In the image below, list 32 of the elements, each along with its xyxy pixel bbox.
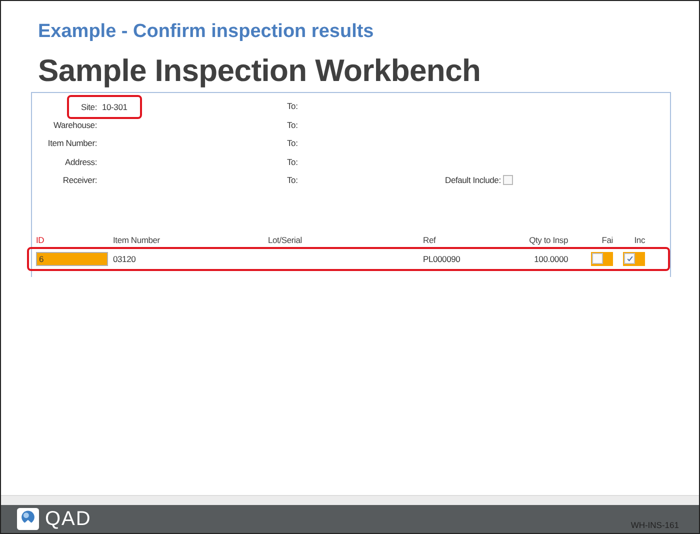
logo-text: QAD [45,508,92,530]
table-cell-text: 100.0000 [533,254,568,264]
table-cell-text: PL000090 [423,254,462,264]
field-value[interactable]: 10-301 [102,102,128,112]
field-label: Item Number: [46,138,97,148]
checkbox[interactable] [591,252,613,266]
check-icon [626,254,634,262]
slide-title: Sample Inspection Workbench [38,53,482,89]
field-label: To: [287,156,299,167]
highlighted-row[interactable]: 6 03120 PL000090 100.0000 [27,246,670,270]
column-header: Ref [423,234,437,244]
column-header: Item Number [113,234,161,244]
logo-icon [17,508,39,530]
table-cell-text: 03120 [113,254,137,264]
field-label: Address: [64,156,97,167]
column-header: Lot/Serial [268,234,303,244]
field-label: To: [287,138,299,148]
field-label: Default Include: [445,175,501,186]
field-label: Receiver: [62,175,97,186]
column-header: Fai [600,234,613,244]
id-field[interactable]: 6 [36,252,108,266]
field-label: Site: [80,102,97,112]
field-label: To: [287,120,299,130]
slide-code: WH-INS-161 [630,520,679,530]
column-header: ID [36,234,46,244]
field-label: Warehouse: [52,120,97,130]
slide-subtitle: Example - Confirm inspection results [38,21,375,43]
column-header: Qty to Insp [528,234,568,244]
checkbox[interactable] [502,175,513,186]
column-header: Inc [633,234,645,244]
field-label: To: [287,101,299,112]
checkbox[interactable] [623,252,645,266]
